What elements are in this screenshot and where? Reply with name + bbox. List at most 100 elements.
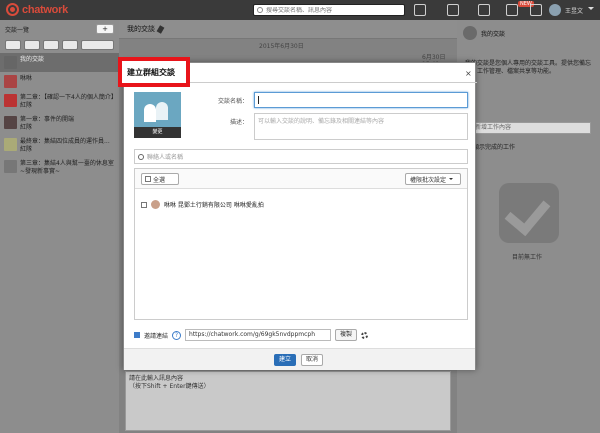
search-icon	[138, 153, 144, 160]
room-name: 咻咻	[20, 75, 33, 82]
chevron-down-icon[interactable]	[588, 7, 594, 10]
room-subtitle: 紅隊	[20, 102, 33, 109]
room-name: 第一章：事件的開端	[20, 116, 75, 123]
help-icon[interactable]: ?	[172, 330, 182, 340]
message-composer[interactable]: 請在此輸入訊息內容 （按下Shift + Enter鍵傳送）	[125, 371, 451, 431]
close-icon[interactable]: ×	[465, 69, 472, 78]
invite-link-label: 邀請連結	[144, 332, 169, 340]
chevron-down-icon	[449, 178, 454, 180]
user-name[interactable]: 王昱文	[565, 6, 583, 15]
logo[interactable]: chatwork	[6, 3, 68, 16]
description-input[interactable]: 可以輸入交談的說明、備忘錄及相關連結等內容	[254, 113, 468, 140]
room-avatar	[463, 26, 477, 40]
date-divider: 2015年6月30日	[259, 43, 304, 50]
chat-title: 我的交談	[127, 25, 155, 33]
room-item[interactable]: 咻咻	[0, 72, 119, 91]
cancel-button[interactable]: 取消	[301, 354, 323, 366]
notification-icon[interactable]	[506, 4, 518, 16]
person-icon	[156, 102, 168, 120]
member-avatar	[151, 200, 160, 209]
invite-link-checkbox[interactable]	[134, 332, 140, 338]
gear-icon[interactable]	[361, 331, 369, 339]
member-checkbox[interactable]	[141, 201, 147, 208]
copy-link-button[interactable]: 複製	[335, 329, 358, 341]
logo-text: chatwork	[22, 3, 68, 16]
chatwork-logo-icon	[6, 3, 19, 16]
checkmark-icon	[499, 183, 559, 243]
room-list-title: 交談一覽	[5, 26, 30, 34]
name-label: 交談名稱：	[218, 98, 249, 105]
select-all-checkbox[interactable]	[145, 176, 151, 182]
room-name: 我的交談	[20, 56, 45, 63]
home-filter-icon[interactable]	[5, 40, 21, 50]
room-avatar	[4, 94, 17, 107]
composer-placeholder: 請在此輸入訊息內容	[129, 375, 184, 382]
room-info-title: 我的交談	[481, 30, 506, 38]
to-filter-icon[interactable]	[42, 40, 59, 50]
room-item[interactable]: 最終章：集結四位成員的運作員... 紅隊	[0, 135, 119, 157]
dialog-footer: 建立 取消	[124, 348, 475, 370]
room-description: 我的交談是您個人專用的交談工具。提供您備忘錄、工作管理、檔案共享等功能。	[465, 60, 592, 75]
select-all-button[interactable]: 全選	[141, 173, 179, 185]
member-list: 全選 權限批次設定 咻咻 昆鄧土行銷有限公司 咻咻愛亂拍	[134, 168, 468, 320]
room-avatar	[4, 56, 17, 69]
user-avatar[interactable]	[549, 4, 561, 16]
info-icon[interactable]	[530, 4, 542, 16]
room-name: 第三章：集結4人與幫一臺的休息室	[20, 160, 114, 167]
member-search-input[interactable]: 聯絡人或名稱	[134, 149, 468, 164]
add-task-input[interactable]: 新增工作內容	[471, 122, 591, 134]
select-all-label: 全選	[153, 176, 166, 184]
empty-task-text: 目前無工作	[512, 254, 543, 261]
create-group-dialog: 建立群組交談 × 變更 交談名稱： 描述： 可以輸入交談的說明、備忘錄及相關連結…	[118, 57, 477, 370]
batch-permission-button[interactable]: 權限批次設定	[405, 173, 461, 185]
room-info-panel: 我的交談 我的交談是您個人專用的交談工具。提供您備忘錄、工作管理、檔案共享等功能…	[457, 20, 600, 433]
room-subtitle: 紅隊	[20, 146, 33, 153]
task-filter-icon[interactable]	[61, 40, 78, 50]
room-avatar	[4, 138, 17, 151]
room-item[interactable]: 第二章：【確認一下4人的個人簡介】 紅隊	[0, 91, 119, 113]
task-icon[interactable]	[414, 4, 426, 16]
person-icon	[144, 104, 156, 122]
room-info-header: 我的交談	[457, 20, 600, 46]
room-item-my-chat[interactable]: 我的交談	[0, 53, 119, 72]
search-icon	[257, 7, 263, 13]
room-name: 最終章：集結四位成員的運作員...	[20, 138, 110, 145]
room-name-input[interactable]	[254, 92, 468, 108]
group-avatar[interactable]: 變更	[134, 92, 181, 138]
room-list-header: 交談一覽 +	[0, 20, 119, 38]
file-icon[interactable]	[478, 4, 490, 16]
dialog-title: 建立群組交談	[127, 67, 175, 77]
chat-header: 我的交談	[119, 20, 457, 39]
pin-icon[interactable]	[156, 24, 165, 34]
top-bar: chatwork NEW 王昱文	[0, 0, 600, 20]
add-room-button[interactable]: +	[96, 24, 114, 34]
create-button[interactable]: 建立	[274, 354, 296, 366]
room-avatar	[4, 116, 17, 129]
member-name: 咻咻 昆鄧土行銷有限公司 咻咻愛亂拍	[164, 202, 264, 209]
member-search-placeholder: 聯絡人或名稱	[147, 154, 184, 161]
room-avatar	[4, 160, 17, 173]
room-item[interactable]: 第一章：事件的開端 紅隊	[0, 113, 119, 135]
invite-link-row: 邀請連結 ? https://chatwork.com/g/69gk5nvdpp…	[134, 328, 468, 342]
room-filter-bar	[0, 38, 119, 53]
batch-permission-label: 權限批次設定	[410, 176, 447, 184]
composer-hint: （按下Shift + Enter鍵傳送）	[129, 383, 210, 390]
room-name: 第二章：【確認一下4人的個人簡介】	[20, 94, 117, 101]
room-search-icon[interactable]	[80, 40, 115, 50]
description-label: 描述：	[230, 119, 249, 126]
contacts-icon[interactable]	[447, 4, 459, 16]
change-avatar-button[interactable]: 變更	[134, 127, 181, 138]
member-toolbar: 全選 權限批次設定	[135, 169, 467, 189]
flag-filter-icon[interactable]	[23, 40, 40, 50]
show-completed-tasks-link[interactable]: 顯示完成的工作	[473, 142, 515, 151]
room-item[interactable]: 第三章：集結4人與幫一臺的休息室 ~發現新事實~	[0, 157, 119, 179]
search-input[interactable]	[266, 6, 396, 14]
invite-link-field[interactable]: https://chatwork.com/g/69gk5nvdppmcph	[185, 329, 332, 341]
global-search[interactable]	[253, 4, 405, 16]
room-subtitle: 紅隊	[20, 124, 33, 131]
dialog-title-bar: 建立群組交談 ×	[118, 57, 477, 87]
room-subtitle: ~發現新事實~	[20, 168, 61, 175]
room-avatar	[4, 75, 17, 88]
room-list-panel: 交談一覽 + 我的交談 咻咻 第二章：【確認一下4人的個人簡介】 紅隊 第一章：事…	[0, 20, 119, 433]
member-row[interactable]: 咻咻 昆鄧土行銷有限公司 咻咻愛亂拍	[141, 200, 264, 209]
